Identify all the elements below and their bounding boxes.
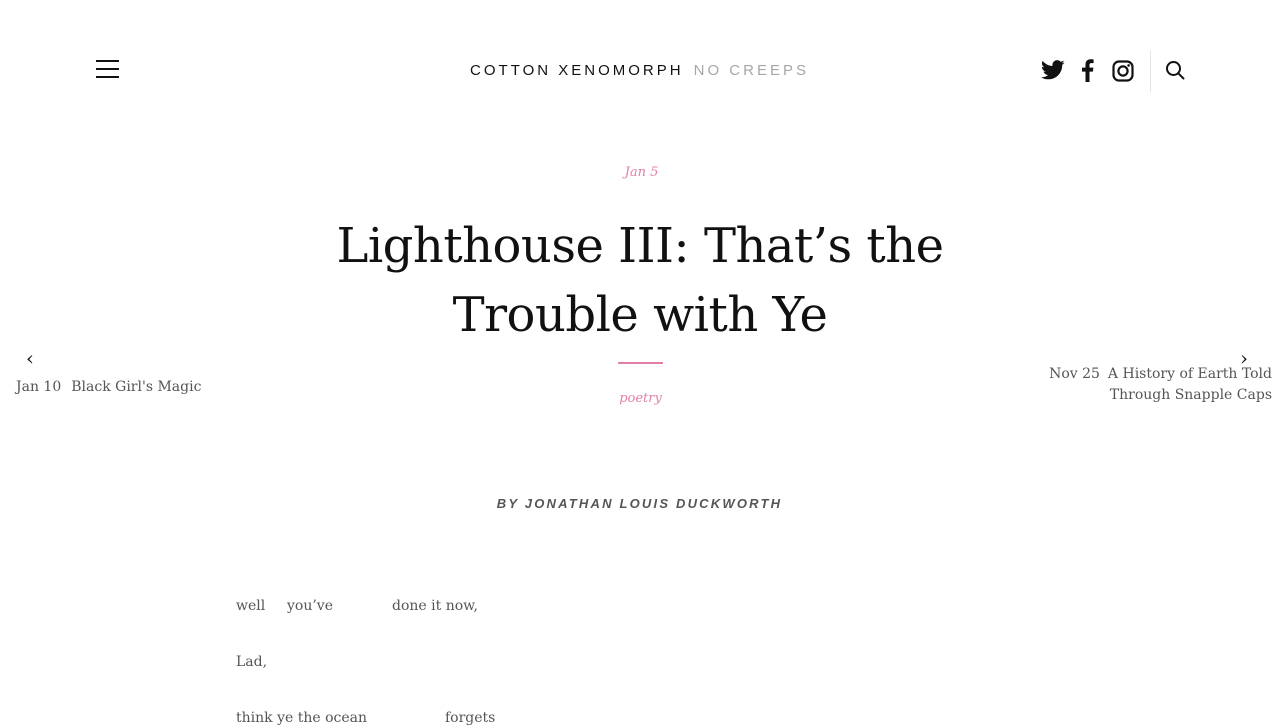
next-post-link[interactable]: Nov 25 A History of Earth Told Through Sn… <box>1042 364 1272 406</box>
post-title-line-2: Trouble with Ye <box>452 287 828 343</box>
menu-icon-bar-bottom <box>96 76 119 78</box>
menu-icon-bar-middle <box>96 68 119 70</box>
next-post-title-line-1: A History of Earth Told <box>1107 366 1272 382</box>
post-title: Lighthouse III: That’s the Trouble with … <box>320 212 960 350</box>
instagram-icon[interactable] <box>1110 58 1135 83</box>
post-category[interactable]: poetry <box>617 389 664 409</box>
facebook-icon[interactable] <box>1075 58 1099 82</box>
search-icon[interactable] <box>1163 58 1187 82</box>
previous-post-link[interactable]: Jan 10 Black Girl's Magic <box>16 376 201 398</box>
post-title-line-1: Lighthouse III: That’s the <box>336 218 944 274</box>
site-brand-link[interactable]: COTTON XENOMORPH NO CREEPS <box>470 60 806 80</box>
previous-arrow-icon[interactable]: ‹ <box>26 346 34 370</box>
poem-phrase: done it now, <box>392 598 478 614</box>
poem-word: Lad, <box>236 654 268 670</box>
poem-word: forgets <box>445 710 496 726</box>
brand-name: COTTON XENOMORPH <box>470 61 684 79</box>
poem-word: you’ve <box>287 598 333 614</box>
previous-post-title: Black Girl's Magic <box>71 379 202 395</box>
previous-post-date: Jan 10 <box>16 379 62 395</box>
header-divider <box>1150 50 1151 92</box>
next-post-date: Nov 25 <box>1049 366 1100 382</box>
poem-phrase: think ye the ocean <box>236 710 368 726</box>
brand-tagline: NO CREEPS <box>693 61 809 79</box>
title-divider <box>618 362 663 364</box>
author-byline: BY JONATHAN LOUIS DUCKWORTH <box>496 496 783 511</box>
twitter-icon[interactable] <box>1039 56 1066 83</box>
poem-word: well <box>236 598 266 614</box>
next-post-title-line-2: Through Snapple Caps <box>1109 387 1272 403</box>
menu-button[interactable] <box>93 54 122 84</box>
menu-icon-bar-top <box>96 60 119 62</box>
post-date[interactable]: Jan 5 <box>621 163 662 183</box>
